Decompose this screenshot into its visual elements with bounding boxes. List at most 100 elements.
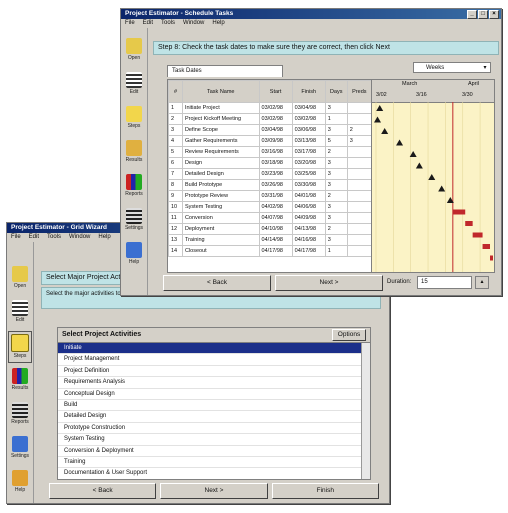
menu-tools[interactable]: Tools bbox=[161, 19, 175, 28]
gantt-bar[interactable] bbox=[490, 255, 493, 261]
tool-edit[interactable]: Edit bbox=[9, 298, 31, 328]
task-start[interactable]: 03/23/98 bbox=[258, 168, 293, 180]
task-finish[interactable]: 03/17/98 bbox=[291, 146, 326, 158]
task-finish[interactable]: 04/06/98 bbox=[291, 201, 326, 213]
task-name[interactable]: Gather Requirements bbox=[181, 135, 260, 147]
activity-list-item[interactable]: Build bbox=[58, 400, 370, 412]
task-number[interactable]: 1 bbox=[168, 102, 183, 114]
back-button[interactable]: < Back bbox=[163, 275, 271, 291]
gantt-bar[interactable] bbox=[452, 209, 466, 215]
tool-settings[interactable]: Settings bbox=[123, 206, 145, 236]
menu-tools[interactable]: Tools bbox=[47, 233, 61, 242]
task-finish[interactable]: 03/30/98 bbox=[291, 179, 326, 191]
task-finish[interactable]: 03/13/98 bbox=[291, 135, 326, 147]
minimize-icon[interactable]: _ bbox=[467, 10, 477, 19]
duration-input[interactable]: 15 bbox=[417, 276, 472, 289]
menu-window[interactable]: Window bbox=[69, 233, 90, 242]
gantt-milestone[interactable] bbox=[438, 185, 446, 192]
tool-results[interactable]: Results bbox=[9, 366, 31, 396]
table-row[interactable]: 7 Detailed Design 03/23/98 03/25/98 3 bbox=[168, 168, 372, 180]
task-days[interactable]: 3 bbox=[324, 168, 348, 180]
task-start[interactable]: 04/10/98 bbox=[258, 223, 293, 235]
task-name[interactable]: Review Requirements bbox=[181, 146, 260, 158]
activity-list-item[interactable]: Detailed Design bbox=[58, 411, 370, 423]
activity-list-item[interactable]: Conversion & Deployment bbox=[58, 446, 370, 457]
task-number[interactable]: 2 bbox=[168, 113, 183, 125]
task-name[interactable]: Design bbox=[181, 157, 260, 169]
task-number[interactable]: 12 bbox=[168, 223, 183, 235]
task-name[interactable]: System Testing bbox=[181, 201, 260, 213]
task-start[interactable]: 03/04/98 bbox=[258, 124, 293, 136]
task-start[interactable]: 04/02/98 bbox=[258, 201, 293, 213]
tool-settings[interactable]: Settings bbox=[9, 434, 31, 464]
task-name[interactable]: Initiate Project bbox=[181, 102, 260, 114]
gantt-bar[interactable] bbox=[482, 244, 490, 249]
task-start[interactable]: 03/18/98 bbox=[258, 157, 293, 169]
task-start[interactable]: 03/09/98 bbox=[258, 135, 293, 147]
col-days[interactable]: Days bbox=[324, 80, 348, 103]
tool-open[interactable]: Open bbox=[123, 36, 145, 66]
table-row[interactable]: 8 Build Prototype 03/26/98 03/30/98 3 bbox=[168, 179, 372, 191]
task-days[interactable]: 3 bbox=[324, 124, 348, 136]
activity-list-item[interactable]: System Testing bbox=[58, 434, 370, 446]
task-preds[interactable]: 3 bbox=[346, 135, 372, 147]
task-days[interactable]: 2 bbox=[324, 223, 348, 235]
table-row[interactable]: 2 Project Kickoff Meeting 03/02/98 03/02/98… bbox=[168, 113, 372, 125]
task-number[interactable]: 11 bbox=[168, 212, 183, 224]
tool-reports[interactable]: Reports bbox=[9, 400, 31, 430]
task-days[interactable]: 3 bbox=[324, 212, 348, 224]
menu-window[interactable]: Window bbox=[183, 19, 204, 28]
task-finish[interactable]: 04/17/98 bbox=[291, 245, 326, 257]
task-start[interactable]: 04/14/98 bbox=[258, 234, 293, 246]
tool-open[interactable]: Open bbox=[9, 264, 31, 294]
tool-results[interactable]: Results bbox=[123, 138, 145, 168]
task-days[interactable]: 5 bbox=[324, 135, 348, 147]
task-finish[interactable]: 03/04/98 bbox=[291, 102, 326, 114]
task-finish[interactable]: 04/01/98 bbox=[291, 190, 326, 202]
close-icon[interactable]: × bbox=[489, 10, 499, 19]
task-name[interactable]: Build Prototype bbox=[181, 179, 260, 191]
menu-file[interactable]: File bbox=[11, 233, 21, 242]
table-row[interactable]: 5 Review Requirements 03/16/98 03/17/98 2 bbox=[168, 146, 372, 158]
menu-file[interactable]: File bbox=[125, 19, 135, 28]
task-preds[interactable] bbox=[346, 168, 372, 180]
gantt-milestone[interactable] bbox=[428, 174, 436, 180]
back-button[interactable]: < Back bbox=[49, 483, 157, 499]
task-number[interactable]: 3 bbox=[168, 124, 183, 136]
task-days[interactable]: 3 bbox=[324, 201, 348, 213]
task-days[interactable]: 1 bbox=[324, 245, 348, 257]
menu-edit[interactable]: Edit bbox=[143, 19, 153, 28]
task-preds[interactable] bbox=[346, 102, 372, 114]
table-row[interactable]: 14 Closeout 04/17/98 04/17/98 1 bbox=[168, 245, 372, 257]
table-row[interactable]: 1 Initiate Project 03/02/98 03/04/98 3 bbox=[168, 102, 372, 114]
task-start[interactable]: 04/17/98 bbox=[258, 245, 293, 257]
task-start[interactable]: 03/31/98 bbox=[258, 190, 293, 202]
maximize-icon[interactable]: □ bbox=[478, 10, 488, 19]
task-preds[interactable]: 2 bbox=[346, 124, 372, 136]
col-start[interactable]: Start bbox=[258, 80, 293, 103]
task-start[interactable]: 04/07/98 bbox=[258, 212, 293, 224]
menu-edit[interactable]: Edit bbox=[29, 233, 39, 242]
task-name[interactable]: Deployment bbox=[181, 223, 260, 235]
options-button[interactable]: Options bbox=[332, 329, 366, 341]
activity-list-item[interactable]: Initiate bbox=[58, 343, 370, 355]
tool-steps[interactable]: Steps bbox=[8, 331, 32, 363]
table-row[interactable]: 12 Deployment 04/10/98 04/13/98 2 bbox=[168, 223, 372, 235]
task-preds[interactable] bbox=[346, 190, 372, 202]
task-number[interactable]: 13 bbox=[168, 234, 183, 246]
task-name[interactable]: Project Kickoff Meeting bbox=[181, 113, 260, 125]
tab-task-dates[interactable]: Task Dates bbox=[167, 65, 283, 77]
task-preds[interactable] bbox=[346, 179, 372, 191]
task-name[interactable]: Training bbox=[181, 234, 260, 246]
task-preds[interactable] bbox=[346, 157, 372, 169]
task-finish[interactable]: 03/06/98 bbox=[291, 124, 326, 136]
table-row[interactable]: 6 Design 03/18/98 03/20/98 3 bbox=[168, 157, 372, 169]
tool-help[interactable]: Help bbox=[9, 468, 31, 498]
activity-list-item[interactable]: Conceptual Design bbox=[58, 389, 370, 400]
gantt-milestone[interactable] bbox=[381, 128, 389, 134]
activity-list-item[interactable]: Training bbox=[58, 457, 370, 469]
task-finish[interactable]: 04/09/98 bbox=[291, 212, 326, 224]
tool-help[interactable]: Help bbox=[123, 240, 145, 270]
table-row[interactable]: 3 Define Scope 03/04/98 03/06/98 3 2 bbox=[168, 124, 372, 136]
task-days[interactable]: 3 bbox=[324, 234, 348, 246]
